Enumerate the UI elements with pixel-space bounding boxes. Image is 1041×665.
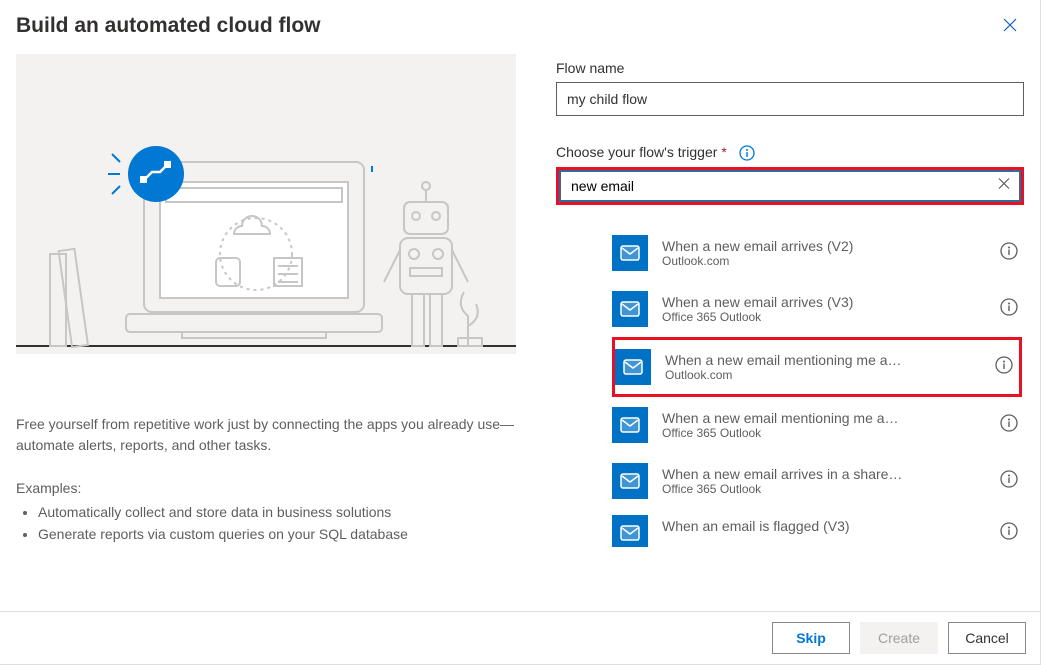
connector-icon (615, 349, 651, 385)
trigger-info-icon[interactable] (1000, 414, 1018, 437)
connector-icon (612, 291, 648, 327)
example-item: Automatically collect and store data in … (38, 502, 516, 524)
trigger-text: When an email is flagged (V3)Office 365 … (662, 518, 992, 547)
trigger-item[interactable]: When a new email mentioning me a…Outlook… (612, 337, 1022, 397)
trigger-title: When a new email arrives (V3) (662, 294, 992, 310)
dialog-body: Free yourself from repetitive work just … (0, 46, 1040, 611)
trigger-item[interactable]: When a new email arrives in a share…Offi… (612, 453, 1024, 509)
trigger-item[interactable]: When a new email arrives (V2)Outlook.com (612, 225, 1024, 281)
trigger-search-wrap (556, 167, 1024, 205)
example-item: Generate reports via custom queries on y… (38, 524, 516, 546)
trigger-connector: Outlook.com (662, 254, 992, 268)
cancel-button[interactable]: Cancel (948, 622, 1026, 654)
dialog-footer: Skip Create Cancel (0, 611, 1040, 664)
dialog: Build an automated cloud flow (0, 0, 1041, 665)
skip-button[interactable]: Skip (772, 622, 850, 654)
trigger-info-icon[interactable] (1000, 242, 1018, 265)
dialog-title: Build an automated cloud flow (16, 14, 321, 38)
trigger-item[interactable]: When a new email arrives (V3)Office 365 … (612, 281, 1024, 337)
trigger-text: When a new email mentioning me a…Office … (662, 410, 992, 440)
trigger-info-icon[interactable] (1000, 298, 1018, 321)
flow-name-input[interactable] (556, 82, 1024, 116)
trigger-text: When a new email arrives in a share…Offi… (662, 466, 992, 496)
trigger-text: When a new email arrives (V2)Outlook.com (662, 238, 992, 268)
trigger-label: Choose your flow's trigger * (556, 144, 1024, 161)
description-text: Free yourself from repetitive work just … (16, 414, 516, 456)
trigger-connector: Office 365 Outlook (662, 482, 992, 496)
required-asterisk: * (721, 144, 726, 160)
trigger-connector: Office 365 Outlook (662, 426, 992, 440)
trigger-list: When a new email arrives (V2)Outlook.com… (556, 225, 1024, 611)
trigger-label-text: Choose your flow's trigger (556, 144, 717, 160)
trigger-connector: Outlook.com (665, 368, 987, 382)
close-button[interactable] (1000, 14, 1020, 34)
connector-icon (612, 515, 648, 547)
trigger-info-icon[interactable] (1000, 470, 1018, 493)
left-pane: Free yourself from repetitive work just … (16, 46, 516, 611)
create-button[interactable]: Create (860, 622, 938, 654)
trigger-connector: Office 365 Outlook (662, 310, 992, 324)
trigger-info-icon[interactable] (995, 356, 1013, 379)
connector-icon (612, 463, 648, 499)
trigger-title: When a new email arrives (V2) (662, 238, 992, 254)
trigger-title: When a new email mentioning me a… (665, 352, 987, 368)
info-icon[interactable] (739, 145, 755, 161)
dialog-header: Build an automated cloud flow (0, 0, 1040, 46)
trigger-title: When a new email arrives in a share… (662, 466, 992, 482)
connector-icon (612, 235, 648, 271)
flow-name-label: Flow name (556, 60, 1024, 76)
connector-icon (612, 407, 648, 443)
trigger-item[interactable]: When a new email mentioning me a…Office … (612, 397, 1024, 453)
clear-search-icon[interactable] (997, 177, 1011, 196)
trigger-title: When a new email mentioning me a… (662, 410, 992, 426)
examples-label: Examples: (16, 480, 516, 496)
examples-list: Automatically collect and store data in … (16, 502, 516, 545)
trigger-search-input[interactable] (560, 171, 1020, 201)
trigger-text: When a new email arrives (V3)Office 365 … (662, 294, 992, 324)
illustration (16, 54, 516, 354)
trigger-title: When an email is flagged (V3) (662, 518, 992, 534)
trigger-text: When a new email mentioning me a…Outlook… (665, 352, 987, 382)
right-pane: Flow name Choose your flow's trigger * W… (556, 46, 1024, 611)
trigger-item[interactable]: When an email is flagged (V3)Office 365 … (612, 509, 1024, 547)
trigger-info-icon[interactable] (1000, 522, 1018, 545)
